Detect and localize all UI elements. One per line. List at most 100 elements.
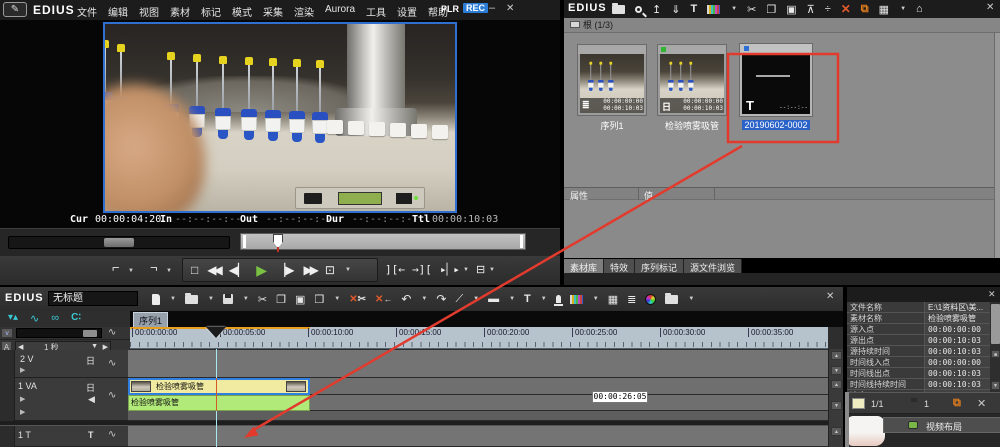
- video-track-icon[interactable]: 日: [86, 354, 95, 367]
- close-icon[interactable]: ✕: [506, 3, 514, 14]
- play-around-button[interactable]: ▸▏▸: [440, 259, 460, 281]
- cut-icon[interactable]: ✂: [747, 3, 756, 16]
- panel-layout-dropdown[interactable]: ▼: [688, 296, 694, 302]
- view-mode-dropdown[interactable]: ▼: [900, 6, 906, 12]
- track-header-1va[interactable]: 1 VA 日 ▶ ◀ ▶ ∿: [0, 378, 128, 421]
- track-patch-icon[interactable]: ∿: [108, 429, 116, 440]
- cut-clip-icon[interactable]: ✂: [258, 293, 267, 306]
- track-header-1t[interactable]: 1 T T ∿: [0, 425, 128, 447]
- info-close-icon[interactable]: ✕: [988, 289, 996, 300]
- remove-icon[interactable]: ÷: [825, 3, 831, 15]
- loop-dropdown[interactable]: ▼: [345, 267, 351, 273]
- multicam-grid-icon[interactable]: ▦: [608, 293, 618, 306]
- copy-clip-icon[interactable]: ❐: [276, 293, 286, 306]
- up-folder-icon[interactable]: ↥: [652, 3, 661, 16]
- hscroll-thumb[interactable]: [83, 330, 97, 337]
- track-patch-icon[interactable]: ∿: [108, 358, 116, 369]
- bin-scrollbar[interactable]: [994, 33, 1000, 258]
- menu-settings[interactable]: 设置: [397, 4, 417, 19]
- set-in-dropdown[interactable]: ▼: [128, 268, 134, 274]
- ripple-mode-icon[interactable]: C∶: [71, 312, 81, 327]
- play-from-in-button[interactable]: ][←: [385, 259, 405, 281]
- colorbars-icon[interactable]: [707, 5, 720, 14]
- clear-icon[interactable]: ✕: [977, 397, 986, 410]
- info-scroll-thumb[interactable]: [991, 304, 1000, 344]
- sync-mode-icon[interactable]: ∿: [30, 312, 39, 327]
- set-out-button[interactable]: ⌐: [150, 260, 158, 275]
- menu-aurora[interactable]: Aurora: [325, 4, 355, 19]
- view-mode-icon[interactable]: ▦: [879, 3, 889, 16]
- export-display-button[interactable]: ⊟: [476, 259, 485, 281]
- export-icon[interactable]: [570, 295, 583, 304]
- scroll-up-icon[interactable]: ▲: [831, 351, 842, 360]
- audio-speaker-icon[interactable]: ◀: [88, 394, 95, 405]
- title-track-icon[interactable]: T: [88, 430, 94, 440]
- cascade-icon[interactable]: ⧉: [953, 397, 961, 410]
- rewind-button[interactable]: ◀◀: [207, 259, 219, 281]
- bin-open-icon[interactable]: ❒: [314, 293, 324, 306]
- timeline-clip-video[interactable]: 检验喷雾吸管: [128, 378, 310, 395]
- set-in-button[interactable]: ⌐: [112, 260, 120, 275]
- minimize-button[interactable]: –: [489, 2, 495, 14]
- export-dropdown[interactable]: ▼: [593, 296, 599, 302]
- expand-arrow-icon[interactable]: ▶: [20, 408, 25, 416]
- cascade-icon[interactable]: ⧉: [861, 3, 869, 16]
- info-scroll-down-icon[interactable]: ▼: [991, 381, 1000, 390]
- menu-marker[interactable]: 标记: [201, 4, 221, 19]
- video-track-icon[interactable]: 日: [86, 381, 95, 394]
- plr-button[interactable]: PLR: [441, 4, 459, 14]
- panel-layout-icon[interactable]: [665, 295, 678, 304]
- razor-icon[interactable]: ⟋: [455, 293, 463, 306]
- menu-tools[interactable]: 工具: [366, 4, 386, 19]
- color-wheel-icon[interactable]: [645, 294, 656, 305]
- link-mode-icon[interactable]: ∞: [51, 312, 59, 327]
- open-project-icon[interactable]: [185, 295, 198, 304]
- scroll-mode-button[interactable]: ∨: [1, 328, 13, 338]
- bin-clip-label[interactable]: 检验喷雾吸管: [657, 119, 727, 132]
- page-note-icon[interactable]: [852, 398, 865, 409]
- bin-clip-label-selected[interactable]: 20190602-0002: [735, 120, 817, 130]
- timeline-ruler[interactable]: 00:00:00:00 00:00:05:00 00:00:10:00 00:0…: [130, 327, 828, 349]
- colorbars-dropdown[interactable]: ▼: [731, 6, 737, 12]
- menu-capture[interactable]: 采集: [263, 4, 283, 19]
- expand-arrow-icon[interactable]: ▶: [20, 366, 25, 374]
- transition-icon[interactable]: ▬: [488, 293, 499, 305]
- menu-clip[interactable]: 素材: [170, 4, 190, 19]
- voiceover-mic-icon[interactable]: [556, 295, 561, 303]
- save-dropdown[interactable]: ▼: [243, 296, 249, 302]
- new-sequence-icon[interactable]: [152, 294, 160, 305]
- paste-clip-icon[interactable]: ▣: [295, 293, 305, 306]
- audio-mixer-icon[interactable]: ≣: [627, 293, 636, 306]
- title-create-icon[interactable]: T: [524, 293, 531, 305]
- bin-breadcrumb[interactable]: 根 (1/3): [564, 18, 1000, 33]
- stop-button[interactable]: □: [191, 259, 198, 281]
- folder-icon[interactable]: [612, 5, 625, 14]
- open-dropdown[interactable]: ▼: [208, 296, 214, 302]
- rec-button[interactable]: REC: [463, 3, 488, 13]
- scroll-down-icon[interactable]: ▼: [831, 401, 842, 410]
- delete-icon[interactable]: ✕: [841, 2, 851, 16]
- set-out-dropdown[interactable]: ▼: [166, 268, 172, 274]
- save-project-icon[interactable]: [223, 294, 233, 304]
- bin-clip-sequence[interactable]: ≣ 00:00:00:0000:00:10:03: [577, 44, 647, 116]
- bin-clip-title[interactable]: T --:--:--: [739, 43, 813, 117]
- add-over-icon[interactable]: ⊼: [807, 3, 815, 16]
- timeline-playhead-marker[interactable]: [206, 327, 226, 338]
- export-display-dropdown[interactable]: ▼: [489, 267, 495, 273]
- transition-dropdown[interactable]: ▼: [509, 296, 515, 302]
- expand-arrow-icon[interactable]: ▶: [20, 395, 25, 403]
- seek-bar[interactable]: [240, 233, 526, 250]
- scroll-up-icon[interactable]: ▲: [831, 427, 842, 436]
- import-icon[interactable]: ⇓: [671, 3, 680, 16]
- menu-mode[interactable]: 模式: [232, 4, 252, 19]
- insert-overwrite-mode-icon[interactable]: ▾▴: [8, 312, 18, 327]
- new-dropdown[interactable]: ▼: [170, 296, 176, 302]
- delete-gap-icon[interactable]: ✕←: [375, 294, 392, 305]
- seek-playhead[interactable]: [273, 234, 283, 248]
- bin-close-icon[interactable]: ✕: [986, 2, 994, 13]
- title-dropdown[interactable]: ▼: [541, 296, 547, 302]
- menu-edit[interactable]: 编辑: [108, 4, 128, 19]
- menu-render[interactable]: 渲染: [294, 4, 314, 19]
- play-to-out-button[interactable]: →][: [412, 259, 432, 281]
- razor-dropdown[interactable]: ▼: [473, 296, 479, 302]
